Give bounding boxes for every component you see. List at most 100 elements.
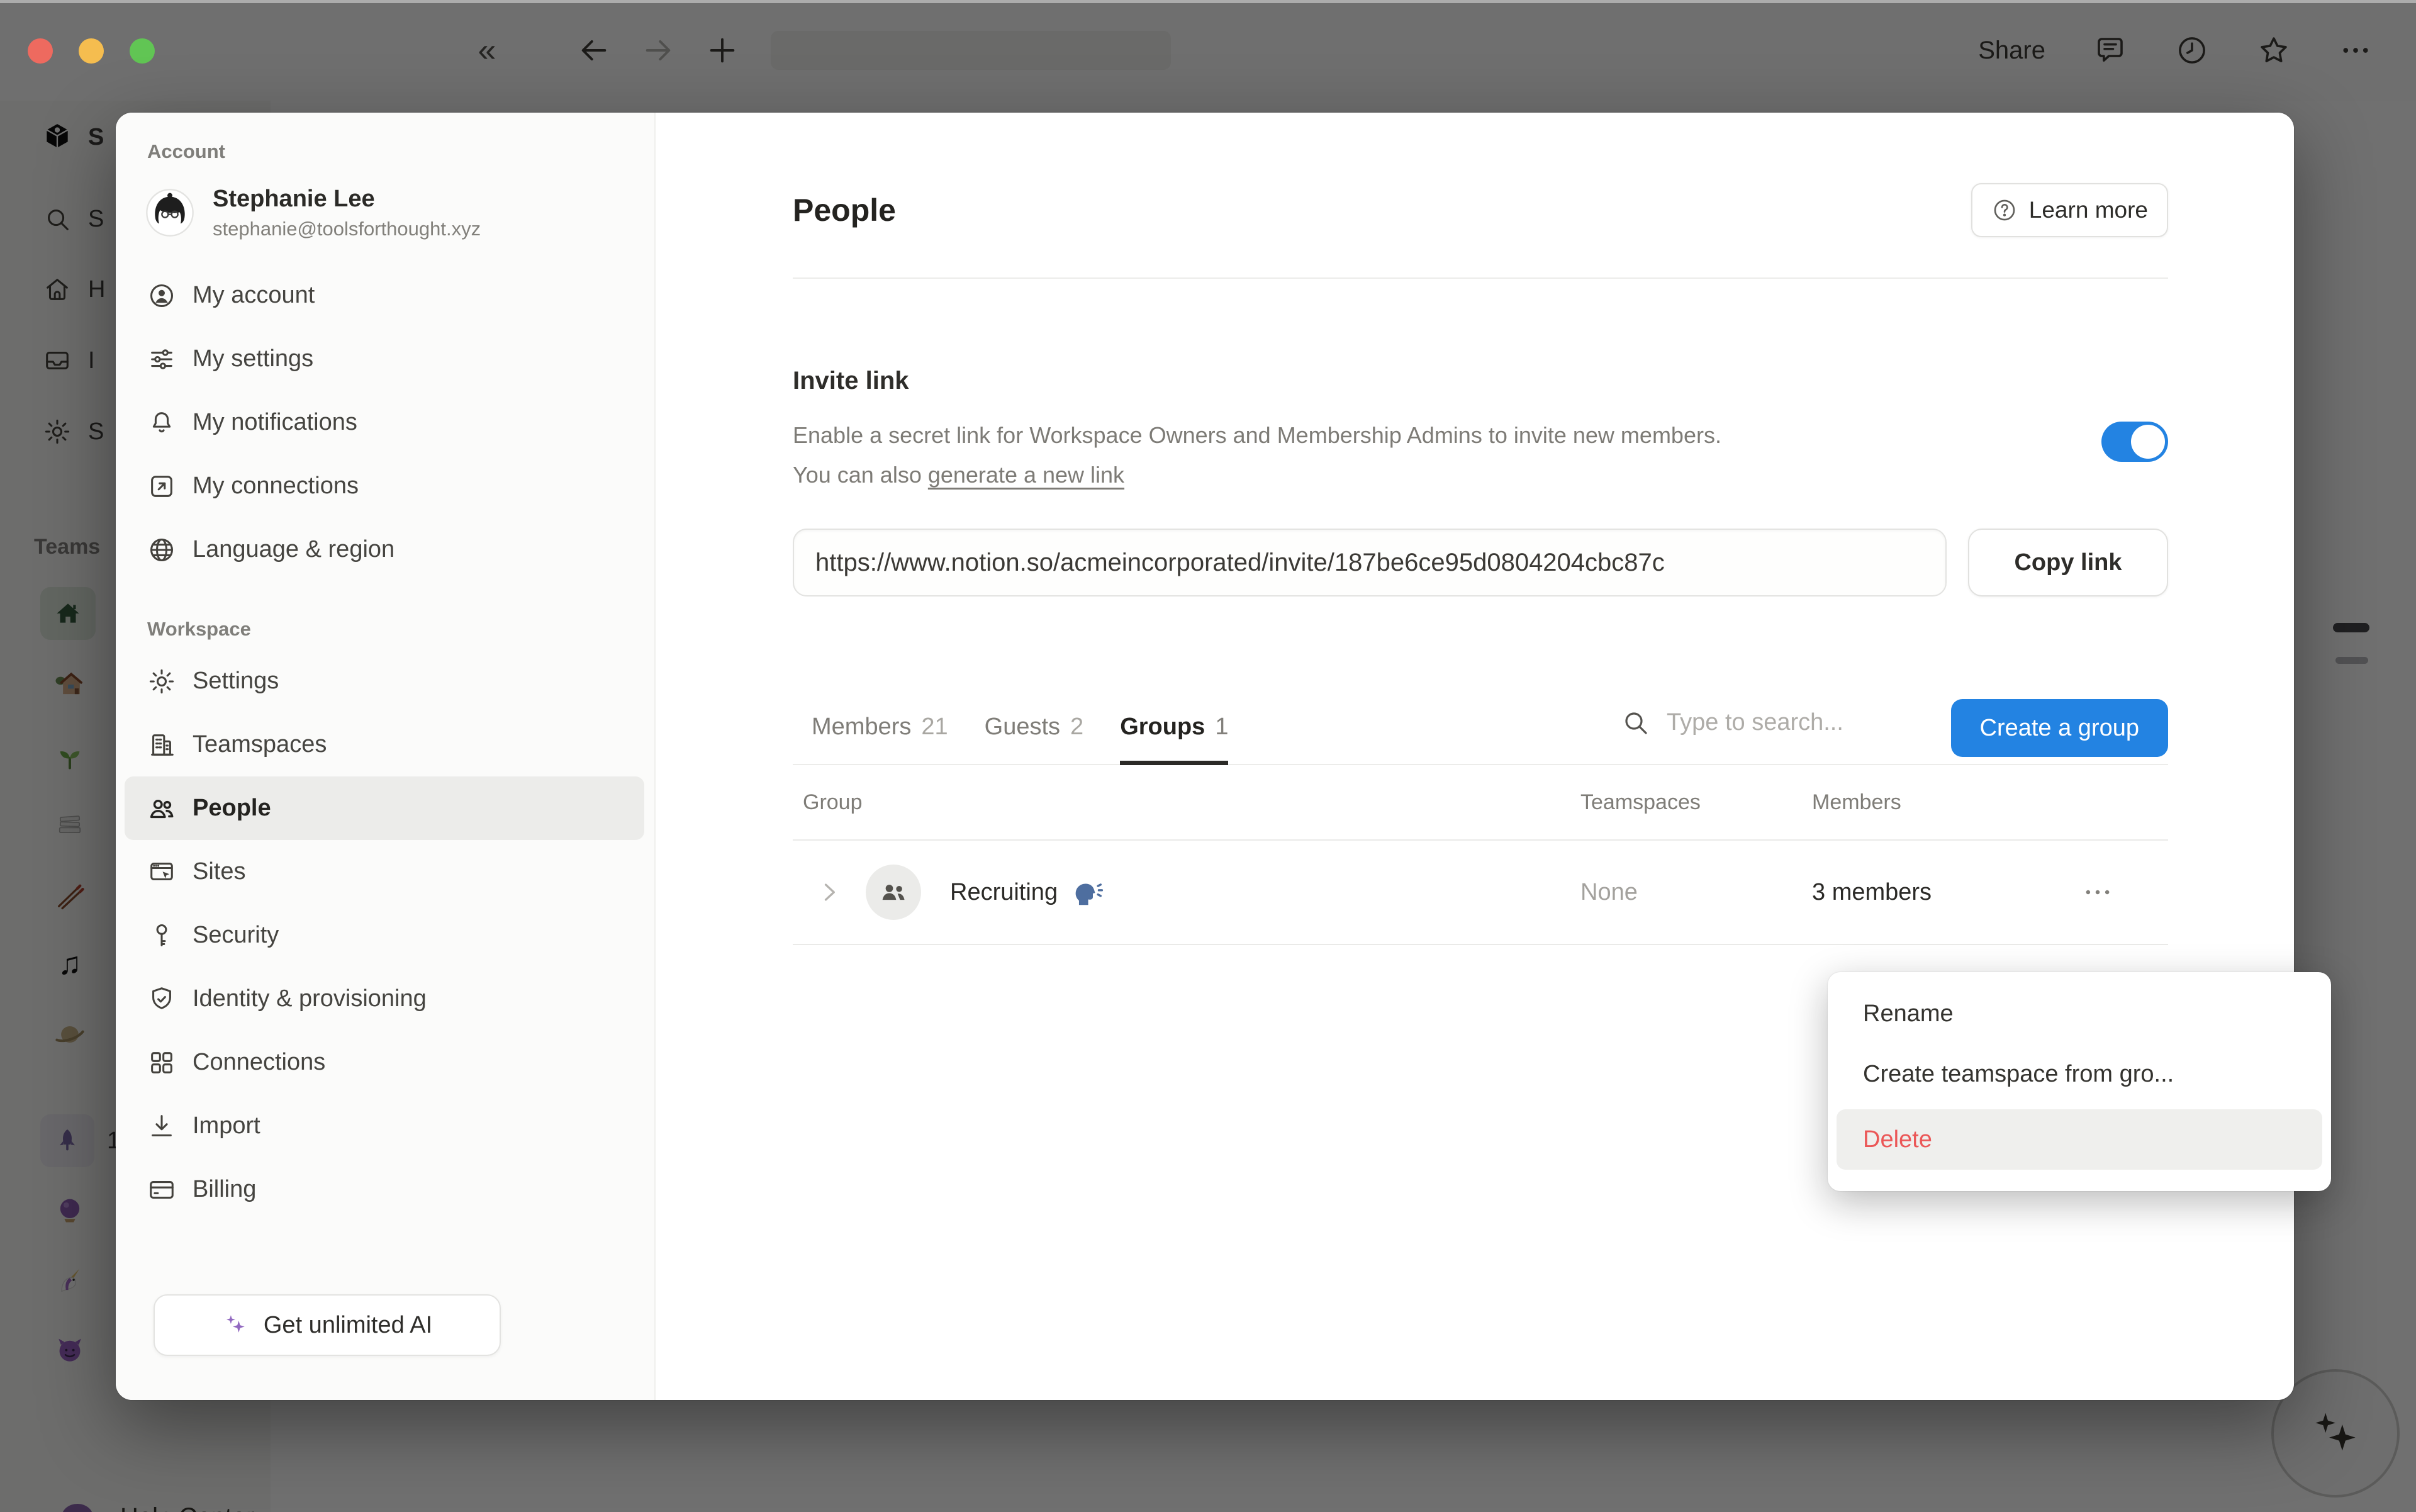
header-divider: [793, 277, 2168, 279]
ai-button-label: Get unlimited AI: [264, 1312, 432, 1339]
sidebar-item-label: Import: [193, 1112, 260, 1140]
sparkles-icon: [222, 1311, 250, 1339]
sidebar-item-sites[interactable]: Sites: [116, 840, 639, 904]
group-teamspaces-value: None: [1580, 879, 1812, 906]
sidebar-item-label: Language & region: [193, 536, 394, 563]
menu-item-rename[interactable]: Rename: [1828, 983, 2331, 1044]
sidebar-item-label: People: [193, 795, 271, 822]
column-teamspaces: Teamspaces: [1580, 790, 1812, 815]
group-avatar: [866, 865, 921, 920]
group-row-recruiting[interactable]: Recruiting None 3 members: [793, 841, 2168, 945]
settings-dialog: Account Stephanie Lee stephanie@toolsfor…: [116, 113, 2294, 1400]
settings-main-panel: People Learn more Invite link Enable a s…: [656, 113, 2294, 1400]
arrow-up-right-box-icon: [147, 472, 176, 501]
sidebar-item-people[interactable]: People: [125, 776, 644, 840]
sidebar-item-my-notifications[interactable]: My notifications: [116, 391, 639, 454]
traffic-lights: [28, 38, 155, 64]
sidebar-item-my-settings[interactable]: My settings: [116, 327, 639, 391]
right-edge-handle-light: [2335, 657, 2368, 664]
menu-item-create-teamspace[interactable]: Create teamspace from gro...: [1828, 1044, 2331, 1104]
learn-more-button[interactable]: Learn more: [1971, 183, 2168, 237]
sidebar-item-settings[interactable]: Settings: [116, 649, 639, 713]
close-window-button[interactable]: [28, 38, 53, 64]
sidebar-item-label: Sites: [193, 858, 245, 885]
sidebar-item-teamspaces[interactable]: Teamspaces: [116, 713, 639, 776]
tab-groups[interactable]: Groups1: [1120, 714, 1228, 765]
sidebar-item-label: Billing: [193, 1176, 256, 1203]
column-members: Members: [1812, 790, 2064, 815]
invite-link-input[interactable]: [793, 529, 1947, 596]
group-row-menu-button[interactable]: [2080, 875, 2115, 910]
user-name: Stephanie Lee: [213, 186, 481, 213]
sidebar-item-label: Teamspaces: [193, 731, 327, 758]
group-table-header: Group Teamspaces Members: [793, 765, 2168, 841]
copy-link-button[interactable]: Copy link: [1968, 529, 2168, 596]
gear-icon: [147, 667, 176, 696]
toggle-knob: [2131, 425, 2165, 459]
sidebar-item-label: My account: [193, 282, 315, 309]
minimize-window-button[interactable]: [79, 38, 104, 64]
bell-icon: [147, 408, 176, 437]
learn-more-label: Learn more: [2029, 197, 2148, 223]
browser-window-cursor-icon: [147, 858, 176, 887]
group-members-value: 3 members: [1812, 879, 2064, 906]
sidebar-item-language-region[interactable]: Language & region: [116, 518, 639, 581]
menu-item-delete[interactable]: Delete: [1837, 1109, 2322, 1170]
column-group: Group: [803, 790, 1580, 815]
sidebar-item-connections[interactable]: Connections: [116, 1031, 639, 1094]
question-circle-icon: [1991, 197, 2018, 223]
tab-guests[interactable]: Guests2: [985, 714, 1084, 765]
credit-card-icon: [147, 1175, 176, 1204]
sidebar-item-my-account[interactable]: My account: [116, 264, 639, 327]
sliders-icon: [147, 345, 176, 374]
search-icon: [1620, 707, 1650, 737]
sidebar-item-import[interactable]: Import: [116, 1094, 639, 1158]
sidebar-item-security[interactable]: Security: [116, 904, 639, 967]
window-top-edge: [0, 0, 2416, 3]
grid-icon: [147, 1048, 176, 1077]
sidebar-item-label: Settings: [193, 668, 279, 695]
sidebar-item-my-connections[interactable]: My connections: [116, 454, 639, 518]
invite-link-heading: Invite link: [793, 367, 2168, 395]
speaking-head-emoji: [1070, 875, 1104, 909]
create-group-button[interactable]: Create a group: [1951, 699, 2169, 757]
group-context-menu: Rename Create teamspace from gro... Dele…: [1828, 972, 2331, 1191]
avatar: [145, 188, 195, 238]
page-title: People: [793, 192, 896, 228]
people-icon: [147, 794, 176, 823]
invite-link-toggle[interactable]: [2101, 422, 2168, 462]
building-icon: [147, 731, 176, 759]
person-circle-icon: [147, 281, 176, 310]
user-email: stephanie@toolsforthought.xyz: [213, 218, 481, 240]
people-tabs: Members21 Guests2 Groups1: [812, 714, 1228, 765]
sidebar-item-label: My connections: [193, 473, 359, 500]
group-search: [1620, 707, 1994, 737]
screen: « Share: [0, 0, 2416, 1512]
sidebar-item-label: Identity & provisioning: [193, 985, 427, 1012]
invite-link-description: Enable a secret link for Workspace Owner…: [793, 418, 1724, 453]
sidebar-item-label: Security: [193, 922, 279, 949]
ellipsis-icon: [2081, 876, 2114, 909]
generate-link-line: You can also generate a new link: [793, 462, 1724, 488]
zoom-window-button[interactable]: [130, 38, 155, 64]
get-unlimited-ai-button[interactable]: Get unlimited AI: [154, 1294, 501, 1356]
account-user[interactable]: Stephanie Lee stephanie@toolsforthought.…: [116, 172, 654, 254]
settings-sidebar: Account Stephanie Lee stephanie@toolsfor…: [116, 113, 656, 1400]
sidebar-item-billing[interactable]: Billing: [116, 1158, 639, 1221]
chevron-right-icon[interactable]: [815, 878, 843, 906]
sidebar-item-label: My settings: [193, 345, 313, 372]
search-input[interactable]: [1667, 709, 1994, 736]
generate-new-link[interactable]: generate a new link: [928, 462, 1124, 488]
tab-members[interactable]: Members21: [812, 714, 948, 765]
sidebar-item-identity-provisioning[interactable]: Identity & provisioning: [116, 967, 639, 1031]
group-name: Recruiting: [950, 879, 1058, 906]
account-section-label: Account: [147, 140, 654, 163]
right-edge-handle-dark[interactable]: [2333, 623, 2369, 632]
sidebar-item-label: Connections: [193, 1049, 325, 1076]
sidebar-item-label: My notifications: [193, 409, 357, 436]
workspace-section-label: Workspace: [147, 618, 654, 641]
import-download-icon: [147, 1112, 176, 1141]
globe-icon: [147, 535, 176, 564]
key-icon: [147, 921, 176, 950]
shield-check-icon: [147, 985, 176, 1014]
